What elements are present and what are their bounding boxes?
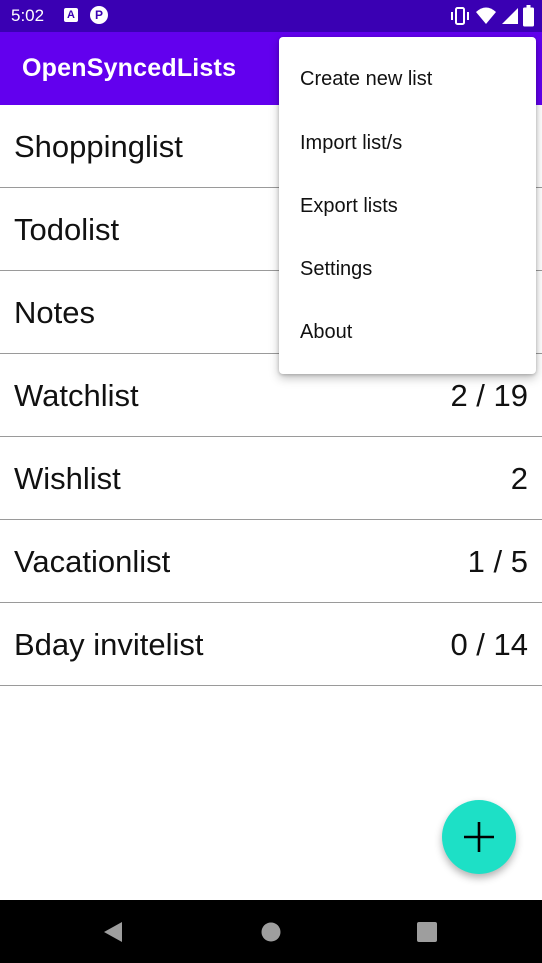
menu-item-settings[interactable]: Settings (279, 238, 536, 301)
list-item-name: Notes (14, 295, 95, 330)
battery-icon (523, 5, 534, 27)
list-item-count: 2 (510, 461, 528, 496)
add-list-button[interactable] (442, 800, 516, 874)
signal-icon (502, 8, 518, 24)
list-item-name: Todolist (14, 212, 120, 247)
status-time: 5:02 (11, 6, 45, 25)
plus-icon (464, 822, 494, 852)
list-item-name: Watchlist (14, 378, 139, 413)
list-item-name: Vacationlist (14, 544, 171, 579)
wifi-icon (476, 7, 496, 24)
back-icon[interactable] (102, 921, 124, 943)
list-item-wishlist[interactable]: Wishlist 2 (0, 437, 542, 520)
list-item-vacationlist[interactable]: Vacationlist 1 / 5 (0, 520, 542, 603)
list-item-bday-invitelist[interactable]: Bday invitelist 0 / 14 (0, 603, 542, 686)
overflow-menu: Create new list Import list/s Export lis… (279, 37, 536, 374)
recents-icon[interactable] (417, 922, 437, 942)
navigation-bar (0, 900, 542, 963)
menu-item-about[interactable]: About (279, 301, 536, 364)
a-notification-icon: A (64, 8, 78, 22)
list-item-name: Shoppinglist (14, 129, 183, 164)
list-item-count: 0 / 14 (450, 627, 528, 662)
list-item-name: Bday invitelist (14, 627, 204, 662)
list-item-name: Wishlist (14, 461, 121, 496)
screen: 5:02 A P OpenSyncedLists Shoppinglist To… (0, 0, 542, 963)
list-item-count: 1 / 5 (467, 544, 528, 579)
menu-item-export-lists[interactable]: Export lists (279, 175, 536, 238)
status-bar: 5:02 A P (0, 0, 542, 32)
menu-item-import-lists[interactable]: Import list/s (279, 112, 536, 175)
vibrate-icon (451, 7, 469, 25)
list-item-count: 2 / 19 (450, 378, 528, 413)
home-icon[interactable] (261, 922, 281, 942)
p-notification-icon: P (90, 6, 108, 24)
app-title: OpenSyncedLists (22, 54, 237, 82)
menu-item-create-new-list[interactable]: Create new list (279, 48, 536, 111)
status-icons (449, 5, 534, 27)
